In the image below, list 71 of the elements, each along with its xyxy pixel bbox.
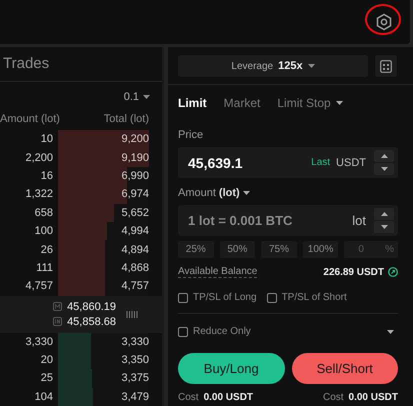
caret-icon [387,330,394,334]
total-cell: 4,994 [121,225,149,238]
amount-cell-text: 111 [35,262,53,274]
balance-value: 226.89 USDT [323,266,384,278]
caret-icon [242,191,250,195]
transfer-icon [388,267,398,277]
price-value: 45,860.19 [67,300,116,312]
total-cell: 3,330 [121,336,149,348]
down-icon [380,225,388,229]
column-header: Total (lot) [104,113,149,125]
checkbox-option[interactable]: Reduce Only [178,326,251,337]
amount-cell-text: 3,330 [24,336,53,348]
checkbox-option[interactable]: TP/SL of Long [178,292,257,303]
amount-cell-text: 2,200 [24,152,53,164]
caret-icon [143,95,150,99]
bars-icon [126,310,138,318]
percent-button[interactable]: 75% [261,241,297,258]
order-type-tab[interactable]: Market [224,96,260,110]
up-icon [380,212,388,216]
amount-cell-text: 20 [40,354,53,366]
leverage-button[interactable]: Leverage 125x [178,55,368,77]
total-cell: 9,200 [121,133,149,146]
percent-button[interactable]: 100% [302,241,338,258]
amount-cell-text: 10 [40,133,53,146]
decrement-button[interactable] [374,163,394,175]
percent-button[interactable]: 25% [178,241,214,258]
sell-button[interactable]: Sell/Short [292,353,398,384]
price-value: 45,858.68 [67,316,116,328]
field-label: Price [178,129,204,143]
increment-button[interactable] [374,150,394,162]
total-cell: 3,375 [121,372,149,384]
precision-dropdown[interactable]: 0.1 [124,90,150,104]
amount-cell-text: 25 [40,372,53,384]
decrement-button[interactable] [374,221,394,233]
total-cell: 4,868 [121,262,149,274]
total-cell: 6,990 [121,170,149,182]
order-type-tab[interactable]: Limit [178,96,207,110]
cost-label: Cost [322,392,344,403]
total-cell: 6,974 [121,188,149,200]
amount-cell-text: 1,322 [24,188,53,200]
amount-cell-text: 4,757 [24,280,53,292]
calculator-icon [380,60,392,72]
cost-value: 0.00 USDT [348,392,398,403]
total-cell: 5,652 [121,206,149,219]
amount-unit-dropdown[interactable]: Amount (lot) [178,187,250,199]
mark-price-icon [53,302,62,311]
cost-value: 0.00 USDT [204,392,254,403]
panel-title: Trades [0,47,162,82]
total-cell: 4,894 [121,244,149,256]
total-cell: 4,757 [121,280,149,292]
total-cell: 9,190 [121,152,149,164]
total-cell: 3,350 [121,354,149,366]
buy-button[interactable]: Buy/Long [178,353,284,384]
index-price-icon [53,317,62,326]
amount-cell-text: 100 [34,225,53,238]
balance-label: Available Balance [178,266,258,278]
caret-icon [308,64,315,68]
cost-label: Cost [178,392,199,403]
amount-cell-text: 26 [40,244,53,256]
percent-button[interactable]: 50% [220,241,256,258]
checkbox-option[interactable]: TP/SL of Short [266,292,347,303]
total-cell: 3,479 [121,390,149,403]
amount-cell-text: 16 [40,170,53,182]
increment-button[interactable] [374,208,394,220]
settings-icon [376,13,392,31]
calculator-button[interactable] [375,55,397,77]
up-icon [380,154,388,158]
down-icon [380,167,388,171]
order-type-tab[interactable]: Limit Stop [277,96,343,110]
amount-cell-text: 658 [34,206,53,219]
amount-cell-text: 104 [34,390,53,403]
